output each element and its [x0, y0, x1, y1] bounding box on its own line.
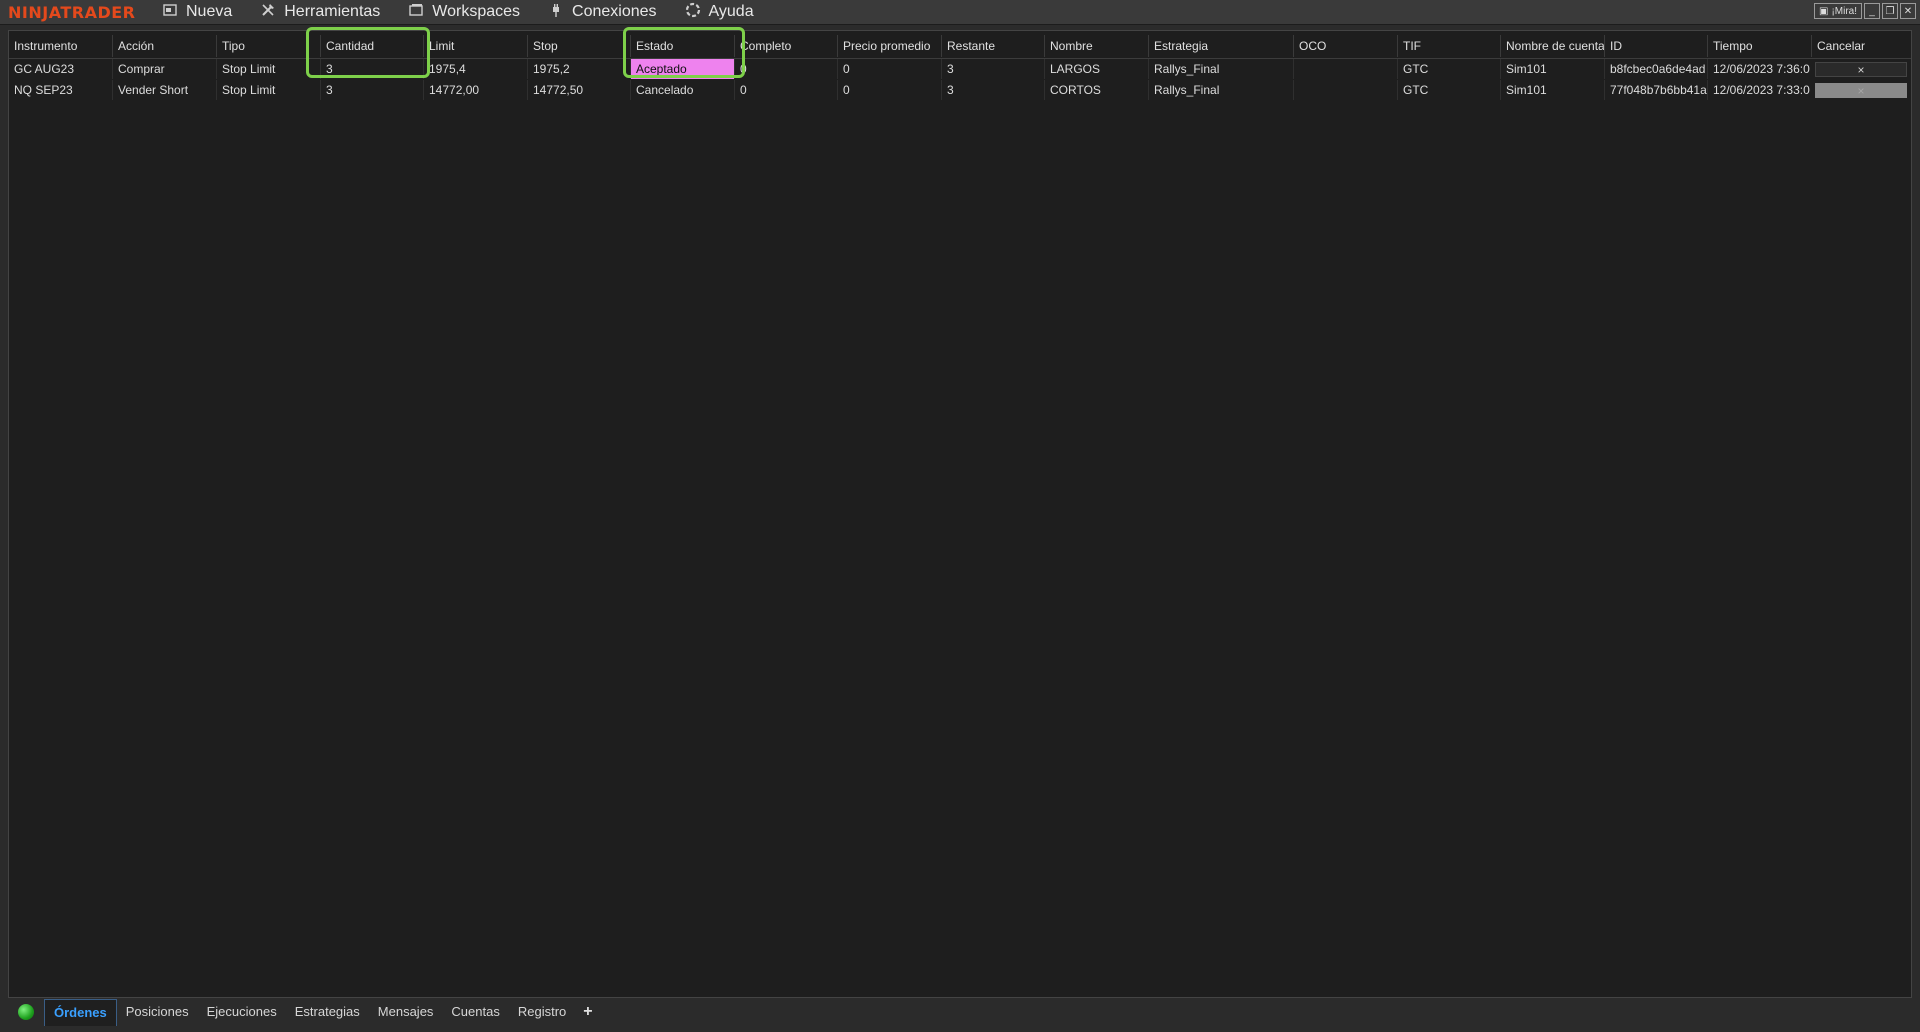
- video-icon: ▣: [1818, 5, 1829, 17]
- cell-oco: [1293, 59, 1397, 79]
- minimize-icon: _: [1869, 5, 1875, 17]
- col-id[interactable]: ID: [1604, 35, 1707, 57]
- cell-instrumento: NQ SEP23: [14, 83, 73, 97]
- tab-ejecuciones[interactable]: Ejecuciones: [198, 999, 286, 1025]
- cancel-order-button-disabled: ×: [1815, 83, 1907, 98]
- menu-ayuda[interactable]: Ayuda: [671, 0, 768, 24]
- close-icon: ✕: [1903, 5, 1913, 17]
- cell-nombre: CORTOS: [1044, 80, 1148, 100]
- cell-restante: 3: [941, 80, 1044, 100]
- col-precio-promedio[interactable]: Precio promedio: [837, 35, 941, 57]
- restore-icon: ❐: [1885, 5, 1895, 17]
- cell-estado: Aceptado: [630, 59, 734, 79]
- menu-conexiones[interactable]: Conexiones: [534, 0, 671, 24]
- restore-button[interactable]: ❐: [1882, 3, 1898, 19]
- col-stop[interactable]: Stop: [527, 35, 630, 57]
- cell-tiempo: 12/06/2023 7:36:0: [1707, 59, 1811, 79]
- col-nombre[interactable]: Nombre: [1044, 35, 1148, 57]
- cell-cantidad[interactable]: 3: [320, 59, 423, 79]
- cell-id: b8fcbec0a6de4ad: [1604, 59, 1707, 79]
- menu-bar: NINJATRADER Nueva Herramientas Workspace…: [0, 0, 1920, 25]
- menu-herramientas[interactable]: Herramientas: [246, 0, 394, 24]
- col-accion[interactable]: Acción: [112, 35, 216, 57]
- cell-cantidad: 3: [320, 80, 423, 100]
- mira-label: ¡Mira!: [1831, 5, 1857, 17]
- tab-cuentas[interactable]: Cuentas: [442, 999, 508, 1025]
- col-cancelar[interactable]: Cancelar: [1811, 35, 1911, 57]
- col-limit[interactable]: Limit: [423, 35, 527, 57]
- menu-label: Workspaces: [432, 3, 521, 20]
- cell-tif: GTC: [1397, 80, 1500, 100]
- cell-cuenta: Sim101: [1500, 80, 1604, 100]
- tab-estrategias[interactable]: Estrategias: [286, 999, 369, 1025]
- col-tiempo[interactable]: Tiempo: [1707, 35, 1811, 57]
- cell-limit: 14772,00: [423, 80, 527, 100]
- cell-instrumento: GC AUG23: [14, 62, 75, 76]
- close-button[interactable]: ✕: [1900, 3, 1916, 19]
- table-row[interactable]: NQ SEP23 Vender Short Stop Limit 3 14772…: [9, 80, 1911, 100]
- tab-ordenes[interactable]: Órdenes: [44, 998, 117, 1026]
- cell-limit[interactable]: 1975,4: [423, 59, 527, 79]
- cell-stop[interactable]: 1975,2: [527, 59, 630, 79]
- cell-completo: 0: [734, 80, 837, 100]
- menu-workspaces[interactable]: Workspaces: [394, 0, 534, 24]
- workspaces-icon: [408, 2, 424, 23]
- menu-label: Ayuda: [708, 3, 754, 20]
- table-row[interactable]: GC AUG23 Comprar Stop Limit 3 1975,4 197…: [9, 59, 1911, 79]
- cell-restante: 3: [941, 59, 1044, 79]
- tab-registro[interactable]: Registro: [509, 999, 575, 1025]
- grid-header: Instrumento Acción Tipo Cantidad Limit S…: [9, 31, 1911, 59]
- menu-label: Nueva: [186, 3, 233, 20]
- col-completo[interactable]: Completo: [734, 35, 837, 57]
- cell-oco: [1293, 80, 1397, 100]
- cell-precio-promedio: 0: [837, 59, 941, 79]
- cell-accion: Vender Short: [112, 80, 216, 100]
- cancel-order-button[interactable]: ×: [1815, 62, 1907, 77]
- col-instrumento[interactable]: Instrumento: [9, 35, 112, 57]
- cell-estrategia: Rallys_Final: [1148, 59, 1293, 79]
- col-tif[interactable]: TIF: [1397, 35, 1500, 57]
- menu-label: Conexiones: [572, 3, 657, 20]
- cell-stop: 14772,50: [527, 80, 630, 100]
- plug-icon: [548, 2, 564, 23]
- cell-nombre: LARGOS: [1044, 59, 1148, 79]
- col-tipo[interactable]: Tipo: [216, 35, 320, 57]
- col-estado[interactable]: Estado: [630, 35, 734, 57]
- mira-button[interactable]: ▣ ¡Mira!: [1813, 3, 1862, 19]
- col-oco[interactable]: OCO: [1293, 35, 1397, 57]
- new-window-icon: [162, 2, 178, 23]
- minimize-button[interactable]: _: [1864, 3, 1880, 19]
- col-cantidad[interactable]: Cantidad: [320, 35, 423, 57]
- add-tab-button[interactable]: +: [575, 1003, 600, 1021]
- cell-tiempo: 12/06/2023 7:33:0: [1707, 80, 1811, 100]
- menu-label: Herramientas: [284, 3, 381, 20]
- bottom-tab-bar: Órdenes Posiciones Ejecuciones Estrategi…: [8, 998, 1912, 1026]
- col-nombre-cuenta[interactable]: Nombre de cuenta: [1500, 35, 1604, 57]
- tab-mensajes[interactable]: Mensajes: [369, 999, 443, 1025]
- col-estrategia[interactable]: Estrategia: [1148, 35, 1293, 57]
- cell-tif: GTC: [1397, 59, 1500, 79]
- app-logo: NINJATRADER: [8, 2, 136, 22]
- help-lifebuoy-icon: [685, 2, 701, 23]
- cell-precio-promedio: 0: [837, 80, 941, 100]
- cell-cuenta: Sim101: [1500, 59, 1604, 79]
- col-restante[interactable]: Restante: [941, 35, 1044, 57]
- menu-nueva[interactable]: Nueva: [148, 0, 246, 24]
- orders-grid: Instrumento Acción Tipo Cantidad Limit S…: [8, 27, 1912, 998]
- cell-completo: 0: [734, 59, 837, 79]
- window-controls: ▣ ¡Mira! _ ❐ ✕: [1813, 3, 1916, 19]
- cell-id: 77f048b7b6bb41a: [1604, 80, 1707, 100]
- cell-estrategia: Rallys_Final: [1148, 80, 1293, 100]
- ninjatrader-app: NINJATRADER Nueva Herramientas Workspace…: [0, 0, 1920, 1032]
- tab-posiciones[interactable]: Posiciones: [117, 999, 198, 1025]
- cell-tipo: Stop Limit: [216, 80, 320, 100]
- tools-icon: [260, 2, 276, 23]
- cell-accion: Comprar: [112, 59, 216, 79]
- cell-estado: Cancelado: [630, 80, 734, 100]
- connection-status-icon: [18, 1004, 34, 1020]
- cell-tipo: Stop Limit: [216, 59, 320, 79]
